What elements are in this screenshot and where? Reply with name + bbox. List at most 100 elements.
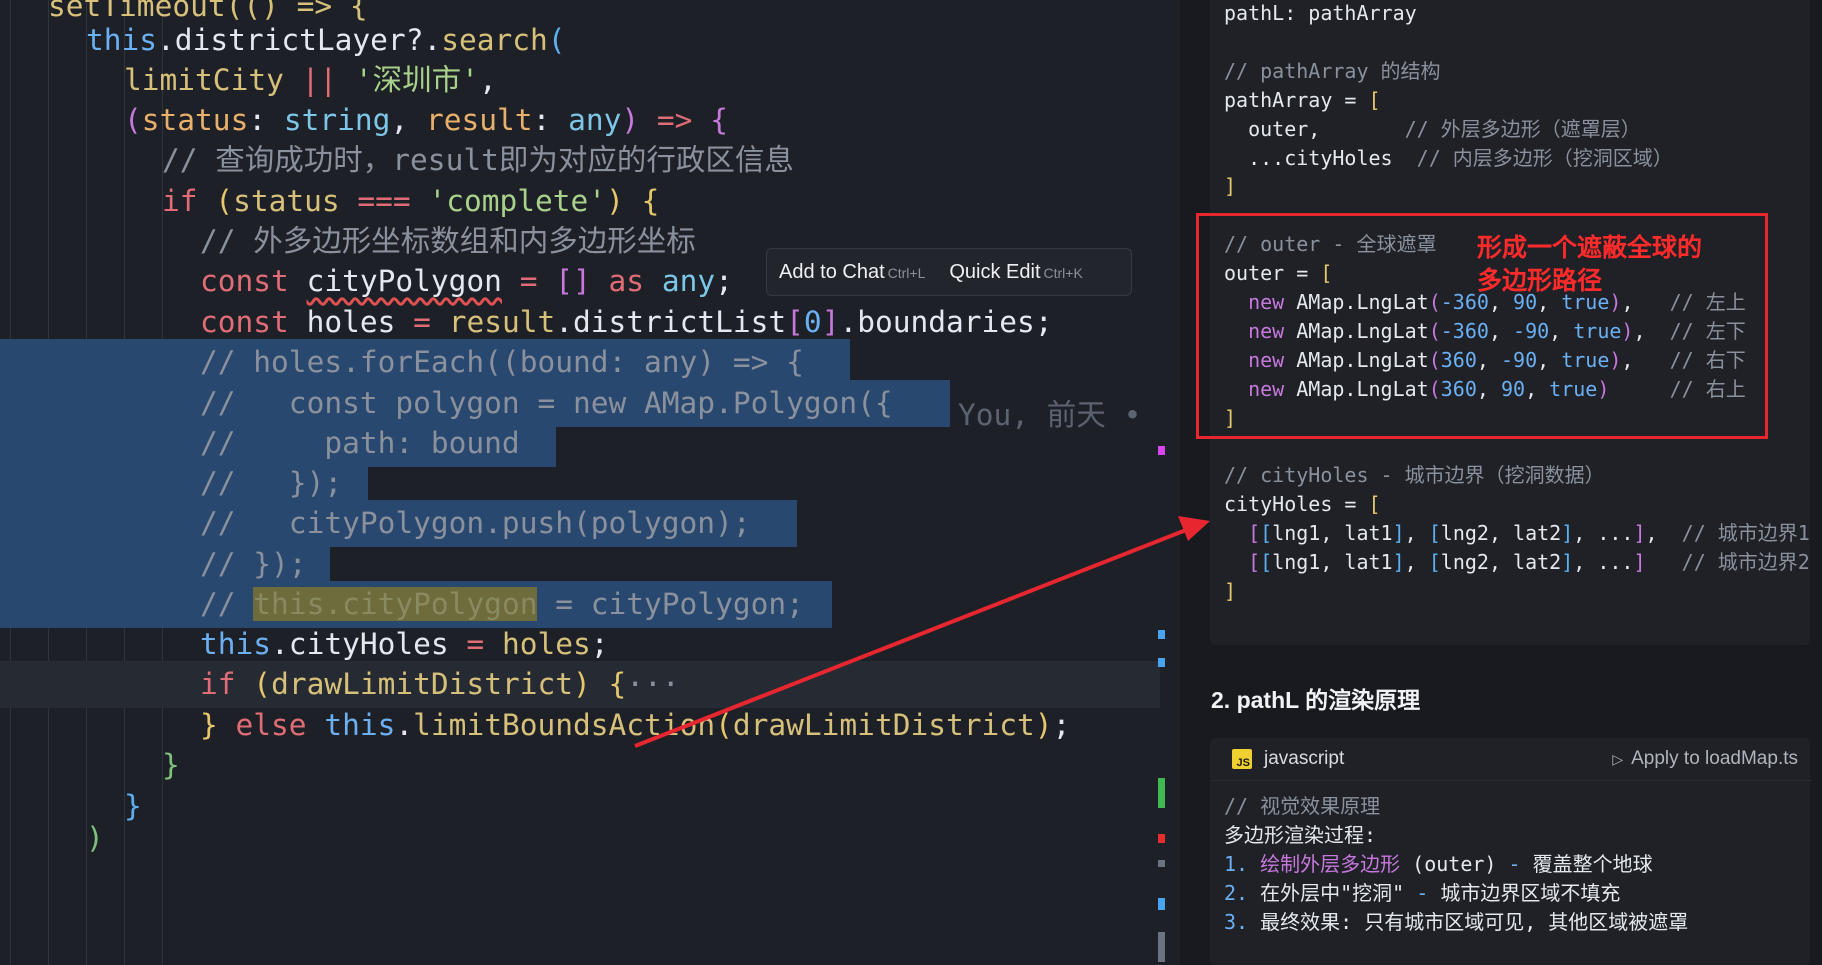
code-token: .cityHoles: [271, 627, 449, 661]
code-token: ]: [1392, 521, 1405, 546]
code-token: ): [86, 821, 104, 855]
scroll-marker: [1158, 932, 1165, 962]
code-line[interactable]: // holes.forEach((bound: any) => {: [0, 339, 1160, 386]
quick-edit-button[interactable]: Quick Edit Ctrl+K: [937, 261, 1094, 284]
annotation-text: 形成一个遮蔽全球的 多边形路径: [1477, 232, 1702, 298]
code-token: = cityPolygon;: [537, 587, 804, 621]
code-token: result: [425, 103, 533, 137]
code-token: this: [200, 627, 272, 661]
add-to-chat-button[interactable]: Add to Chat Ctrl+L: [767, 261, 937, 284]
code-line[interactable]: ): [0, 815, 1160, 862]
code-token: // });: [200, 466, 343, 500]
annotation-line-1: 形成一个遮蔽全球的: [1477, 234, 1703, 262]
code-token: // 城市边界1: [1681, 521, 1810, 546]
code-token: 1.: [1224, 851, 1261, 876]
code-token: any: [661, 264, 716, 298]
code-token: [: [1260, 550, 1273, 575]
code-token: ): [606, 184, 624, 218]
code-token: pathArray =: [1224, 87, 1369, 112]
code-token: // pathArray 的结构: [1224, 58, 1441, 83]
code-line[interactable]: }: [0, 742, 1160, 789]
code-token: .districtList: [555, 305, 787, 339]
code-line: // 视觉效果原理: [1224, 792, 1380, 821]
code-line: ]: [1224, 172, 1236, 201]
code-token: drawLimitDistrict: [271, 667, 573, 701]
code-token: [: [786, 305, 804, 339]
code-token: 城市边界区域不填充: [1440, 880, 1621, 905]
code-line: 多边形渲染过程:: [1224, 821, 1376, 850]
code-token: ]: [1224, 579, 1237, 603]
play-icon: ▷: [1612, 750, 1624, 767]
code-token: // 外多边形坐标数组和内多边形坐标: [200, 224, 696, 258]
code-token: ,: [478, 63, 497, 97]
code-token: .districtLayer?.: [157, 23, 442, 57]
code-token: // });: [200, 547, 307, 581]
code-token: ]: [1392, 550, 1405, 575]
code-token: drawLimitDistrict: [732, 708, 1035, 742]
code-token: holes: [306, 305, 396, 339]
code-line: [[lng1, lat1], [lng2, lat2], ...] // 城市边…: [1224, 548, 1810, 577]
code-token: holes: [501, 627, 591, 661]
quick-edit-label: Quick Edit: [949, 260, 1041, 283]
code-token: [: [1368, 87, 1381, 112]
code-token: 3.: [1224, 909, 1261, 934]
code-token: as: [590, 264, 662, 298]
code-line[interactable]: // cityPolygon.push(polygon);: [0, 500, 1160, 547]
code-token: ...cityHoles: [1224, 145, 1417, 170]
code-token: ]: [821, 305, 840, 339]
code-token: // 外层多边形（遮罩层）: [1404, 116, 1641, 141]
code-token: 绘制外层多边形: [1260, 851, 1413, 876]
add-to-chat-label: Add to Chat: [779, 260, 885, 283]
code-token: this.cityPolygon: [253, 587, 538, 621]
scroll-marker: [1158, 446, 1165, 455]
code-line: pathArray = [: [1224, 86, 1381, 115]
code-line: [[lng1, lat1], [lng2, lat2], ...], // 城市…: [1224, 519, 1810, 548]
apply-button-label: Apply to loadMap.ts: [1631, 748, 1798, 769]
code-token: :: [248, 103, 284, 137]
code-token: // cityHoles - 城市边界（挖洞数据）: [1224, 463, 1605, 488]
code-token: //: [200, 587, 254, 621]
code-token: [: [1248, 521, 1261, 546]
code-line[interactable]: if (drawLimitDistrict) {···: [0, 661, 1160, 708]
code-token: cityPolygon: [306, 264, 502, 298]
code-line[interactable]: // 查询成功时，result即为对应的行政区信息: [0, 137, 1160, 184]
code-token: else: [217, 708, 325, 742]
code-token: lng1, lat1: [1272, 550, 1393, 575]
code-token: .: [395, 708, 414, 742]
code-token: // 城市边界2: [1681, 550, 1810, 575]
code-line: 3. 最终效果: 只有城市区域可见, 其他区域被遮罩: [1224, 908, 1688, 937]
code-token: // 查询成功时，result即为对应的行政区信息: [162, 143, 794, 177]
code-token: // path: bound: [200, 426, 520, 460]
code-token: }: [200, 708, 218, 742]
code-token: =: [395, 305, 449, 339]
code-token: -: [1496, 851, 1533, 876]
code-token: any: [568, 103, 622, 137]
code-token: ]: [1633, 521, 1646, 546]
scroll-marker: [1158, 898, 1165, 910]
code-editor[interactable]: setTimeout(() => {this.districtLayer?.se…: [0, 0, 1180, 965]
code-token: (: [547, 23, 566, 57]
code-token: {: [608, 667, 627, 701]
code-token: , ...: [1573, 521, 1634, 546]
code-token: const: [200, 305, 289, 339]
code-token: limitCity: [124, 63, 284, 97]
code-token: result: [448, 305, 556, 339]
code-token: ;: [590, 627, 609, 661]
code-token: if: [162, 184, 198, 218]
scrollbar-markers[interactable]: [1158, 0, 1172, 965]
code-token: 0: [803, 305, 822, 339]
apply-to-file-button[interactable]: ▷ Apply to loadMap.ts: [1612, 748, 1798, 770]
code-token: []: [555, 264, 591, 298]
code-token: 多边形渲染过程:: [1224, 822, 1377, 847]
code-token: {: [710, 103, 728, 137]
code-token: =: [448, 627, 502, 661]
code-token: ): [573, 667, 591, 701]
code-token: outer,: [1224, 116, 1405, 141]
code-token: // const polygon = new AMap.Polygon({: [200, 386, 893, 420]
scroll-marker: [1158, 630, 1165, 639]
